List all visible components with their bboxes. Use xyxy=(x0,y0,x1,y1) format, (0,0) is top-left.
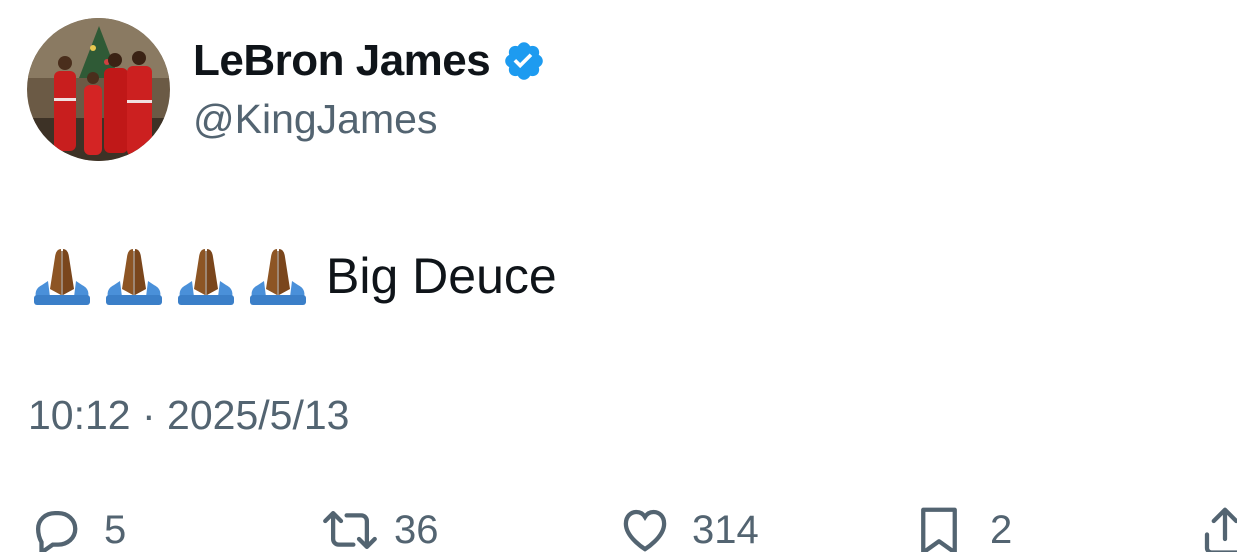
avatar[interactable] xyxy=(27,18,170,161)
bookmark-count: 2 xyxy=(990,507,1013,552)
author-name-row: LeBron James xyxy=(193,34,546,88)
tweet-text: Big Deuce xyxy=(326,248,557,304)
folded-hands-icon xyxy=(244,245,312,307)
repost-icon xyxy=(318,503,377,552)
folded-hands-icon xyxy=(172,245,240,307)
share-icon xyxy=(1200,503,1237,552)
tweet-card: LeBron James @KingJames Big Deuce 10:12 … xyxy=(0,0,1237,552)
share-button[interactable] xyxy=(1200,500,1237,552)
bookmark-icon xyxy=(914,503,968,552)
author-handle[interactable]: @KingJames xyxy=(193,96,437,143)
reply-icon xyxy=(28,503,82,552)
family-photo-avatar-image xyxy=(27,18,170,161)
display-name[interactable]: LeBron James xyxy=(193,36,491,86)
repost-count: 36 xyxy=(394,507,439,552)
folded-hands-icon xyxy=(100,245,168,307)
tweet-body: Big Deuce xyxy=(28,244,557,308)
folded-hands-icon xyxy=(28,245,96,307)
reply-button[interactable]: 5 xyxy=(28,500,126,552)
tweet-timestamp[interactable]: 10:12 · 2025/5/13 xyxy=(28,392,349,439)
like-button[interactable]: 314 xyxy=(616,500,759,552)
action-bar: 5 36 314 2 xyxy=(0,500,1237,552)
reply-count: 5 xyxy=(104,507,127,552)
verified-badge-icon xyxy=(502,39,546,83)
like-count: 314 xyxy=(692,507,759,552)
like-icon xyxy=(616,503,670,552)
bookmark-button[interactable]: 2 xyxy=(914,500,1012,552)
repost-button[interactable]: 36 xyxy=(318,500,439,552)
